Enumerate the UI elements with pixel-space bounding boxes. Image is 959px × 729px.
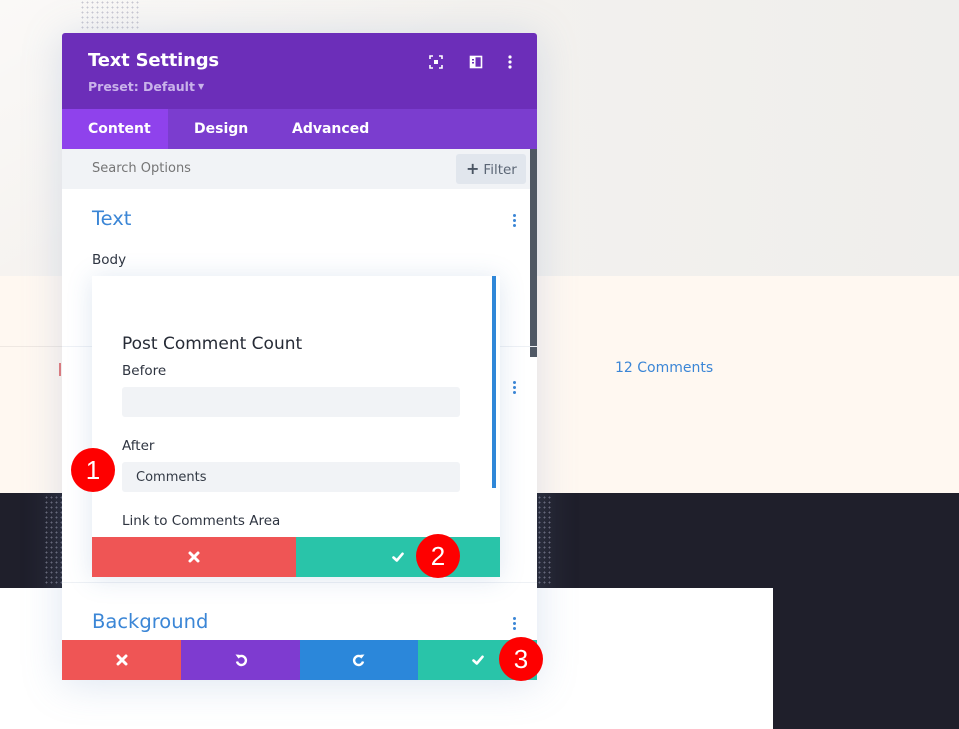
- modal-scrollbar[interactable]: [492, 276, 496, 488]
- section-options-icon[interactable]: [511, 214, 517, 228]
- close-icon: [116, 654, 127, 666]
- plus-icon: +: [466, 159, 480, 178]
- annotation-badge-2: 2: [416, 534, 460, 578]
- filter-button[interactable]: + Filter: [456, 154, 526, 184]
- discard-button[interactable]: [62, 640, 181, 680]
- preset-dropdown[interactable]: Preset: Default ▼: [88, 79, 204, 94]
- settings-tabs: Content Design Advanced: [62, 109, 537, 149]
- caret-down-icon: ▼: [197, 82, 205, 91]
- before-input[interactable]: [122, 387, 460, 417]
- panel-actions: [62, 640, 537, 680]
- post-comment-count-link[interactable]: 12 Comments: [615, 360, 713, 376]
- filter-label: Filter: [483, 162, 517, 178]
- decorative-dots: [537, 495, 553, 585]
- section-options-icon[interactable]: [511, 381, 517, 395]
- modal-title: Post Comment Count: [122, 334, 303, 354]
- panel-header: Text Settings Preset: Default ▼: [62, 33, 537, 109]
- section-title-text[interactable]: Text: [92, 207, 131, 230]
- preset-label: Preset: Default: [88, 79, 195, 94]
- link-to-comments-label: Link to Comments Area: [122, 513, 281, 529]
- after-field-label: After: [122, 438, 155, 454]
- body-field-label: Body: [92, 252, 127, 268]
- modal-confirm-button[interactable]: [296, 537, 500, 577]
- close-icon: [188, 551, 200, 563]
- section-title-background[interactable]: Background: [92, 610, 208, 633]
- tab-design[interactable]: Design: [168, 109, 292, 149]
- search-bar: +Filter: [62, 149, 530, 189]
- decorative-dots: [44, 495, 62, 585]
- redo-button[interactable]: [300, 640, 418, 680]
- section-divider: [62, 582, 537, 583]
- after-input[interactable]: [122, 462, 460, 492]
- checkmark-icon: [471, 655, 484, 665]
- section-options-icon[interactable]: [511, 617, 517, 631]
- before-field-label: Before: [122, 363, 167, 379]
- sidebar-layout-icon[interactable]: [469, 54, 483, 69]
- panel-title: Text Settings: [88, 50, 219, 71]
- redo-icon: [352, 654, 365, 667]
- panel-scrollbar[interactable]: [530, 149, 537, 357]
- annotation-badge-1: 1: [71, 448, 115, 492]
- section-divider: [0, 346, 62, 347]
- tab-advanced[interactable]: Advanced: [292, 109, 369, 149]
- decorative-accent: [59, 363, 61, 376]
- post-comment-count-modal: Post Comment Count Before After Link to …: [92, 276, 500, 577]
- more-options-icon[interactable]: [503, 54, 517, 69]
- panel-scroll-track: [530, 357, 537, 637]
- decorative-dots: [80, 0, 140, 30]
- tab-content[interactable]: Content: [62, 109, 168, 149]
- undo-button[interactable]: [181, 640, 300, 680]
- modal-cancel-button[interactable]: [92, 537, 296, 577]
- checkmark-icon: [392, 552, 404, 562]
- expand-icon[interactable]: [429, 54, 443, 69]
- undo-icon: [235, 654, 247, 667]
- annotation-badge-3: 3: [499, 637, 543, 681]
- search-options-input[interactable]: [92, 161, 392, 176]
